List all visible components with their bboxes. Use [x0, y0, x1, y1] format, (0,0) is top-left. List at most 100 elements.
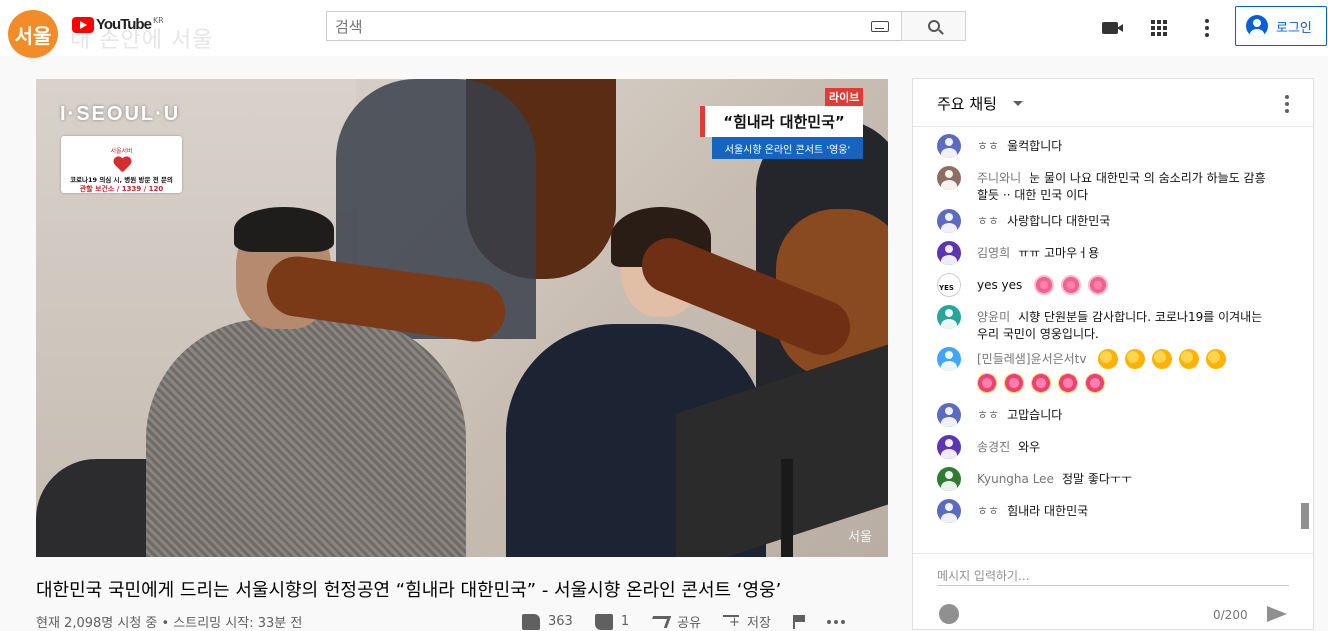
- avatar[interactable]: [937, 499, 961, 523]
- chat-author[interactable]: 양윤미: [977, 310, 1010, 324]
- sparkling-heart-emoji-icon: [1004, 373, 1024, 393]
- chat-menu-button[interactable]: [1285, 95, 1289, 113]
- live-chat: 주요 채팅 ㅎㅎ 울컥합니다 주니와니 눈 물이 나요 대한민국 의 숨소리가 하늘…: [912, 78, 1314, 630]
- heart-icon: [113, 157, 131, 173]
- login-button[interactable]: 로그인: [1235, 6, 1327, 46]
- video-actions: 363 1 공유 저장: [522, 612, 867, 631]
- avatar-text: YES: [939, 284, 954, 292]
- avatar[interactable]: [937, 305, 961, 329]
- chat-author[interactable]: ㅎㅎ: [977, 408, 999, 422]
- chat-author[interactable]: 김영희: [977, 246, 1010, 260]
- sparkling-heart-emoji-icon: [1085, 373, 1105, 393]
- chat-input-area: 0/200: [913, 553, 1313, 631]
- chat-author[interactable]: ㅎㅎ: [977, 139, 999, 153]
- clapping-emoji-icon: [1098, 349, 1119, 369]
- chat-author[interactable]: ㅎㅎ: [977, 504, 999, 518]
- share-icon: [648, 615, 672, 628]
- search-input[interactable]: [335, 16, 855, 38]
- avatar[interactable]: [937, 347, 961, 371]
- youtube-logo[interactable]: YouTube KR: [72, 16, 164, 33]
- save-button[interactable]: 저장: [723, 612, 771, 631]
- char-counter: 0/200: [1213, 608, 1248, 622]
- thumb-up-icon: [522, 613, 540, 630]
- login-label: 로그인: [1276, 20, 1312, 36]
- channel-watermark[interactable]: 서울: [848, 526, 872, 545]
- apps-grid-icon: [1151, 20, 1167, 36]
- thumb-down-icon: [594, 613, 613, 630]
- chat-author[interactable]: 주니와니: [977, 171, 1021, 185]
- notice-badge: 서울서버: [110, 148, 133, 155]
- masthead: 서울 내 손안에 서울 YouTube KR 로그인: [0, 0, 1328, 58]
- flag-icon: [792, 614, 805, 629]
- chat-text: 시향 단원분들 감사합니다. 코로나19를 이겨내는 우리 국민이 영웅입니다.: [977, 310, 1263, 341]
- youtube-region: KR: [152, 16, 164, 25]
- chat-header: 주요 채팅: [913, 79, 1313, 127]
- hibiscus-emoji-icon: [1061, 275, 1082, 295]
- create-video-button[interactable]: [1098, 16, 1123, 40]
- chat-author[interactable]: [민들레샘]윤서은서tv: [977, 352, 1087, 366]
- chat-text: 사랑합니다 대한민국: [1007, 214, 1111, 228]
- concert-caption: 서울시향 온라인 콘서트 '영웅': [712, 137, 863, 159]
- chat-text: 울컥합니다: [1007, 139, 1063, 153]
- violinist-man-hair: [234, 207, 334, 252]
- emoji-picker-icon[interactable]: [939, 604, 959, 624]
- dislike-count: 1: [620, 614, 630, 629]
- chat-text: 정말 좋다ㅜㅜ: [1061, 472, 1133, 486]
- avatar[interactable]: [937, 467, 961, 491]
- more-actions-button[interactable]: [826, 619, 845, 624]
- report-button[interactable]: [792, 614, 805, 629]
- seoul-logo[interactable]: 서울: [8, 10, 58, 58]
- chat-message-list[interactable]: ㅎㅎ 울컥합니다 주니와니 눈 물이 나요 대한민국 의 숨소리가 하늘도 감흥 할…: [913, 129, 1297, 529]
- share-label: 공유: [677, 616, 702, 631]
- chat-text: 고맙습니다: [1007, 408, 1063, 422]
- chat-text: 와우: [1018, 440, 1041, 454]
- covid-notice: 서울서버 코로나19 의심 시, 병원 방문 전 문의 관할 보건소 / 133…: [61, 136, 182, 193]
- avatar[interactable]: [937, 166, 961, 190]
- chat-text: ㅠㅠ 고마우ㅓ용: [1018, 246, 1100, 260]
- sparkling-heart-emoji-icon: [977, 373, 997, 393]
- hibiscus-emoji-icon: [1034, 275, 1055, 295]
- keyboard-icon[interactable]: [871, 21, 889, 32]
- chat-text: 힘내라 대한민국: [1007, 504, 1089, 518]
- live-badge: 라이브: [825, 88, 864, 106]
- chat-author[interactable]: 송경진: [977, 440, 1010, 454]
- avatar[interactable]: [937, 134, 961, 158]
- sparkling-heart-emoji-icon: [1031, 373, 1051, 393]
- avatar[interactable]: [937, 403, 961, 427]
- clapping-emoji-icon: [1125, 349, 1146, 369]
- hibiscus-emoji-icon: [1088, 275, 1109, 295]
- quote-caption: “힘내라 대한민국”: [700, 106, 863, 137]
- playlist-add-icon: [723, 614, 740, 630]
- avatar[interactable]: YES: [937, 273, 961, 297]
- chat-author[interactable]: Kyungha Lee: [977, 472, 1054, 486]
- clapping-emoji-icon: [1152, 349, 1173, 369]
- chat-scrollbar[interactable]: [1301, 503, 1309, 529]
- avatar[interactable]: [937, 241, 961, 265]
- search-box: [326, 11, 902, 41]
- violinist-man-body: [146, 319, 466, 557]
- chat-message-input[interactable]: [937, 566, 1289, 586]
- dislike-button[interactable]: 1: [594, 613, 630, 630]
- chat-author[interactable]: ㅎㅎ: [977, 214, 999, 228]
- youtube-wordmark: YouTube: [96, 16, 152, 33]
- notice-line-1: 코로나19 의심 시, 병원 방문 전 문의: [70, 176, 173, 184]
- chat-mode-selector[interactable]: 주요 채팅: [937, 93, 997, 114]
- apps-button[interactable]: [1147, 16, 1171, 40]
- send-icon[interactable]: [1267, 606, 1287, 622]
- search-button[interactable]: [901, 11, 966, 41]
- chevron-down-icon[interactable]: [1013, 101, 1023, 106]
- music-stand-pole: [781, 459, 793, 557]
- sparkling-heart-emoji-icon: [1058, 373, 1078, 393]
- avatar[interactable]: [937, 435, 961, 459]
- notice-line-2: 관할 보건소 / 1339 / 120: [79, 185, 164, 193]
- like-button[interactable]: 363: [522, 613, 573, 630]
- clapping-emoji-icon: [1179, 349, 1200, 369]
- chat-author[interactable]: yes yes: [977, 278, 1022, 292]
- share-button[interactable]: 공유: [648, 612, 702, 631]
- save-label: 저장: [747, 616, 771, 631]
- seoul-logo-text: 서울: [14, 23, 52, 48]
- clapping-emoji-icon: [1206, 349, 1227, 369]
- settings-menu-button[interactable]: [1195, 16, 1219, 40]
- like-count: 363: [548, 614, 573, 629]
- avatar[interactable]: [937, 209, 961, 233]
